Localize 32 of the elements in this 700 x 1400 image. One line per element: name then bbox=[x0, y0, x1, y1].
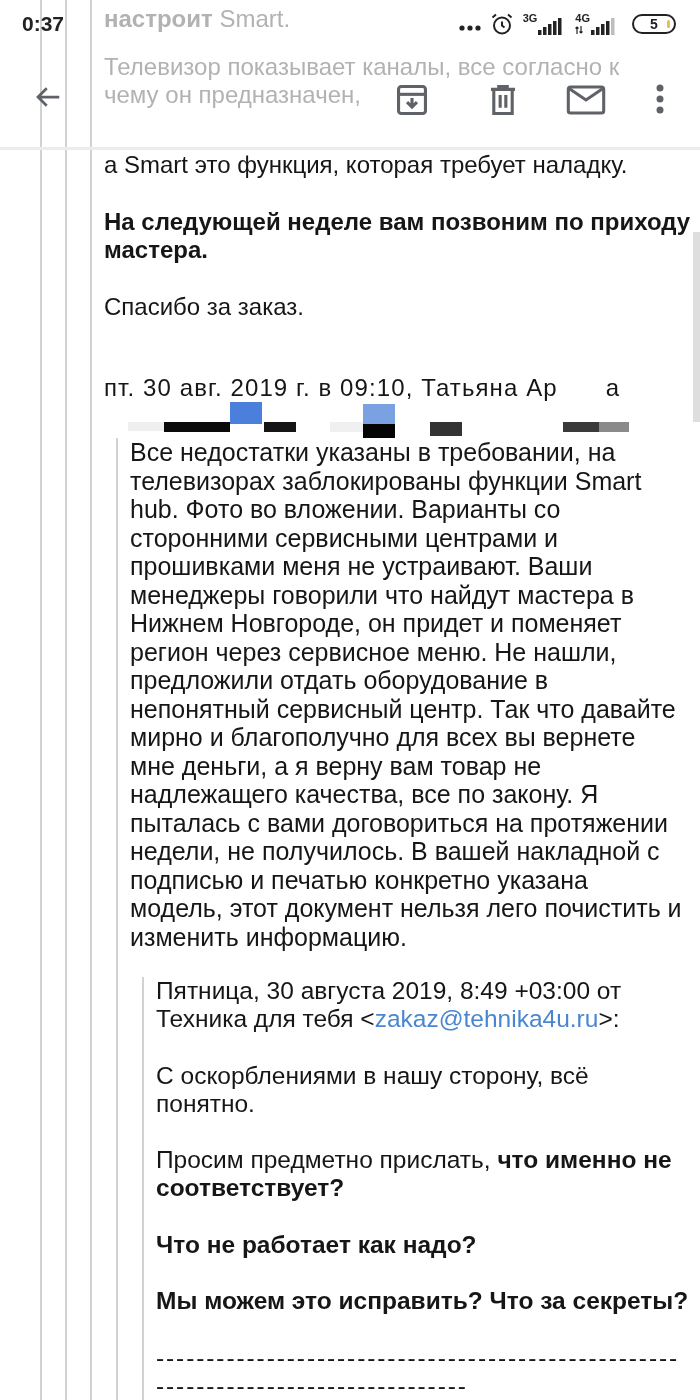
more-button[interactable] bbox=[654, 84, 666, 114]
archive-button[interactable] bbox=[395, 83, 429, 117]
scrollbar[interactable] bbox=[693, 232, 700, 422]
faded-text: настроит Smart. bbox=[104, 5, 291, 34]
quote-header: пт. 30 авг. 2019 г. в 09:10, Татьяна Ар bbox=[104, 373, 558, 402]
email-link[interactable]: zakaz@tehnika4u.ru bbox=[374, 1005, 599, 1032]
message-text: На следующей неделе вам позвоним по приходу мастера. bbox=[104, 207, 692, 265]
mail-button[interactable] bbox=[566, 84, 606, 116]
dots-icon bbox=[458, 25, 481, 31]
faded-text: Телевизор показывает каналы, все согласно к bbox=[104, 52, 620, 81]
message-text: С оскорблениями в нашу сторону, всё понятно. bbox=[156, 1061, 590, 1118]
battery-percent: 5 bbox=[650, 17, 658, 31]
network-type: 4G bbox=[575, 13, 590, 24]
message-text: а Smart это функция, которая требует наладку. bbox=[104, 150, 629, 179]
message-text: Просим предметно прислать, что именно не соответствует? bbox=[156, 1146, 673, 1202]
network-type: 3G bbox=[522, 13, 538, 24]
signal-bars-icon bbox=[538, 18, 563, 35]
faded-text: чему он предназначен, bbox=[104, 81, 361, 110]
envelope-icon bbox=[566, 84, 606, 116]
message-text: Спасибо за заказ. bbox=[104, 293, 305, 322]
quote-header: Пятница, 30 августа 2019, 8:49 +03:00 от Техника для тебя <zakaz@tehnika4u.ru>: bbox=[156, 977, 623, 1033]
more-vertical-icon bbox=[654, 84, 666, 114]
quote-header: а bbox=[605, 373, 620, 402]
alarm-clock-icon bbox=[489, 12, 514, 36]
status-time: 0:37 bbox=[22, 11, 65, 38]
archive-icon bbox=[395, 83, 429, 117]
message-text: Что не работает как надо? bbox=[156, 1230, 478, 1259]
separator-text: ----------------------------------------------------------------------------------- bbox=[156, 1343, 681, 1400]
data-arrows-icon bbox=[575, 26, 584, 34]
message-text: Мы можем это исправить? Что за секреты? bbox=[156, 1287, 690, 1315]
signal-bars-icon bbox=[591, 18, 615, 35]
quote-text: Все недостатки указаны в требовании, на телевизорах заблокированы функции Smart hub. Фото во вложении. Варианты со сторонними сервисными центрами и прошивками меня не устраивают. Ваши менеджеры говорили что найдут мастера в Нижнем Новгороде, он придет и поменяет регион через сервисное меню. Не нашли, предложили отдать оборудование в непонятный сервисный центр. Так что давайте мирно и благополучно для всех вы вернете мне деньги, а я верну вам товар не надлежащего качества, все по закону. Я пыталась с вами договориться на протяжении недели, не получилось. В вашей накладной с подписью и печатью конкретно указана модель, этот документ нельзя лего почистить и изменить информацию. bbox=[130, 438, 683, 951]
